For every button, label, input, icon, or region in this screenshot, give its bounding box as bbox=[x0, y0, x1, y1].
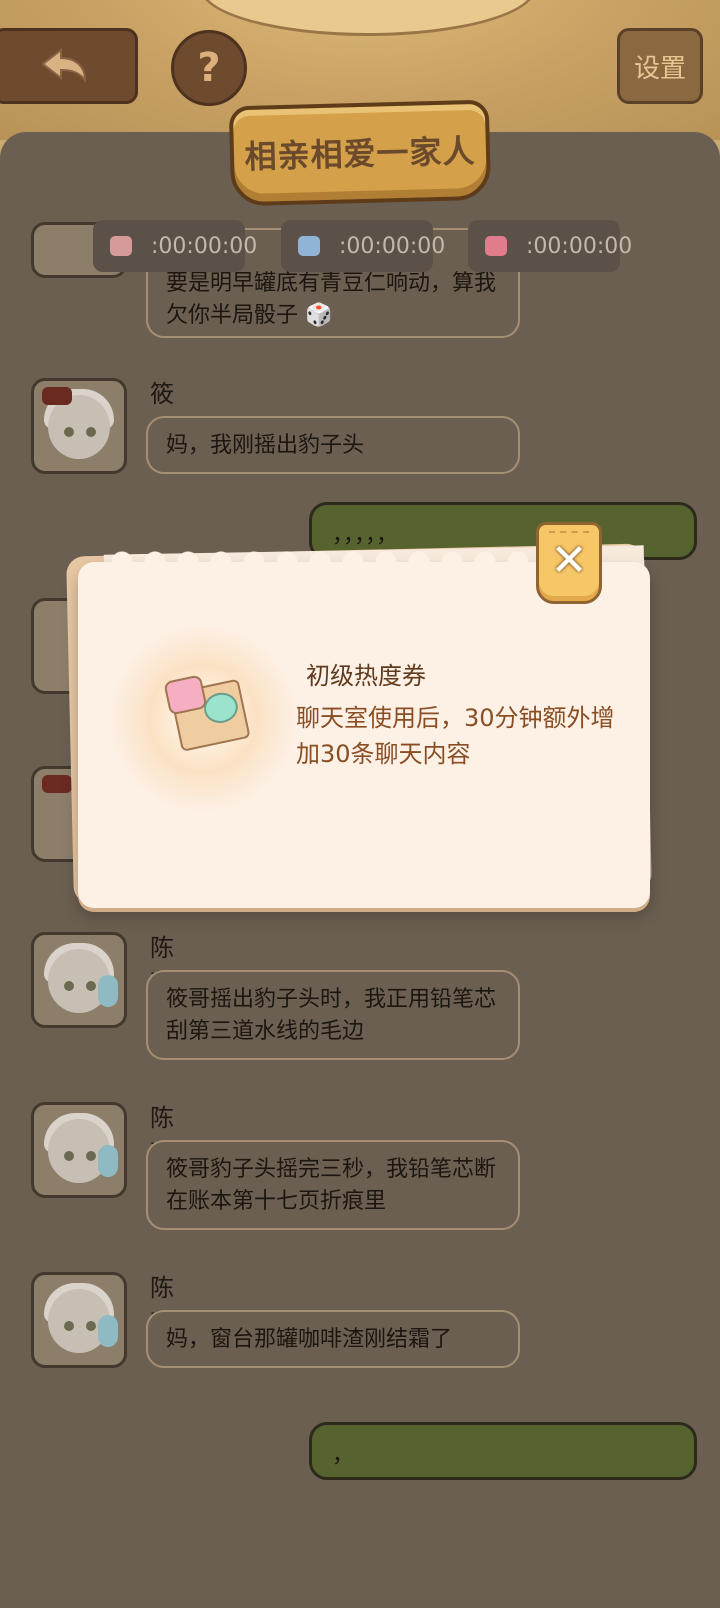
message-text: 筱哥豹子头摇完三秒，我铅笔芯断在账本第十七页折痕里 bbox=[166, 1157, 497, 1214]
help-button[interactable]: ? bbox=[171, 30, 247, 106]
self-message-bubble: ， bbox=[309, 1422, 697, 1480]
message-bubble: 妈，窗台那罐咖啡渣刚结霜了 bbox=[146, 1310, 520, 1368]
avatar[interactable] bbox=[31, 1102, 127, 1198]
message-text: 妈，我刚摇出豹子头 bbox=[166, 433, 365, 458]
chat-title: 相亲相爱一家人 bbox=[244, 131, 476, 177]
close-icon: ✕ bbox=[550, 535, 588, 586]
avatar-hair-flower bbox=[98, 1315, 118, 1347]
item-info-popup: 初级热度券 聊天室使用后，30分钟额外增加30条聊天内容 bbox=[78, 550, 650, 908]
chat-title-plate: 相亲相爱一家人 bbox=[228, 99, 492, 207]
message-text: 妈，窗台那罐咖啡渣刚结霜了 bbox=[166, 1327, 453, 1352]
sender-name: 筱 bbox=[150, 380, 174, 408]
avatar-hair-bow bbox=[42, 387, 72, 405]
avatar[interactable] bbox=[31, 932, 127, 1028]
timer-item[interactable]: :00:00:00 bbox=[468, 220, 632, 272]
message-bubble: 筱哥摇出豹子头时，我正用铅笔芯刮第三道水线的毛边 bbox=[146, 970, 520, 1060]
popup-close-button[interactable]: ✕ bbox=[536, 522, 602, 604]
avatar-eye bbox=[64, 1321, 74, 1331]
message-text: 要是明早罐底有青豆仁响动，算我欠你半局骰子 🎲 bbox=[166, 271, 497, 328]
message-bubble: 筱哥豹子头摇完三秒，我铅笔芯断在账本第十七页折痕里 bbox=[146, 1140, 520, 1230]
message-text: 筱哥摇出豹子头时，我正用铅笔芯刮第三道水线的毛边 bbox=[166, 987, 497, 1044]
message-text: ，，，，， bbox=[332, 523, 399, 548]
ticket-red-icon bbox=[468, 220, 524, 272]
timer-value: :00:00:00 bbox=[337, 220, 445, 272]
timer-value: :00:00:00 bbox=[524, 220, 632, 272]
timer-value: :00:00:00 bbox=[149, 220, 257, 272]
message-text: ， bbox=[332, 1443, 355, 1468]
close-button-stitch bbox=[549, 531, 589, 533]
settings-button[interactable]: 设置 bbox=[617, 28, 703, 104]
avatar-eye bbox=[64, 427, 74, 437]
avatar-eye bbox=[86, 981, 96, 991]
avatar[interactable] bbox=[31, 1272, 127, 1368]
avatar-hair-bow bbox=[42, 775, 72, 793]
avatar-hair-flower bbox=[98, 1145, 118, 1177]
avatar-eye bbox=[64, 1151, 74, 1161]
back-arrow-icon bbox=[41, 47, 87, 84]
ticket-pink-icon bbox=[93, 220, 149, 272]
avatar-eye bbox=[64, 981, 74, 991]
avatar-eye bbox=[86, 1151, 96, 1161]
avatar-eye bbox=[86, 1321, 96, 1331]
avatar-eye bbox=[86, 427, 96, 437]
help-icon: ? bbox=[197, 45, 221, 91]
ticket-blue-icon bbox=[281, 220, 337, 272]
settings-label: 设置 bbox=[633, 53, 686, 84]
avatar-hair-flower bbox=[98, 975, 118, 1007]
timer-bar: :00:00:00 :00:00:00 :00:00:00 bbox=[0, 220, 720, 272]
message-bubble: 妈，我刚摇出豹子头 bbox=[146, 416, 520, 474]
item-description: 聊天室使用后，30分钟额外增加30条聊天内容 bbox=[296, 704, 615, 768]
back-button[interactable] bbox=[0, 28, 138, 104]
avatar[interactable] bbox=[31, 378, 127, 474]
timer-item[interactable]: :00:00:00 bbox=[281, 220, 445, 272]
popup-scallop-edge bbox=[108, 550, 588, 574]
item-name: 初级热度券 bbox=[306, 662, 426, 690]
timer-item[interactable]: :00:00:00 bbox=[93, 220, 257, 272]
